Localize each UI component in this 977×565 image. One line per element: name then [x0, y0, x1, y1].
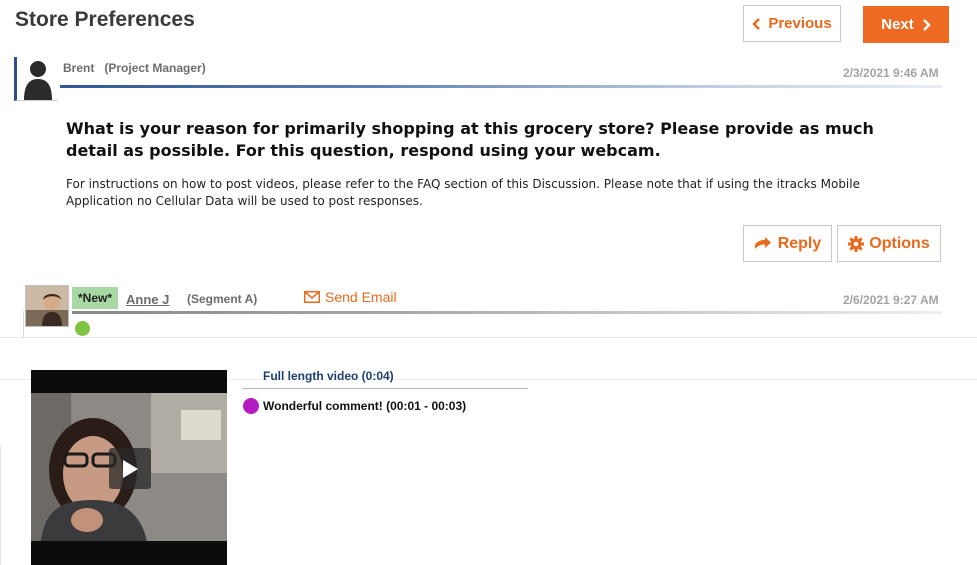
play-icon: [123, 459, 138, 478]
avatar: [14, 57, 58, 101]
instructions-text: For instructions on how to post videos, …: [66, 177, 860, 208]
comment-marker: [243, 398, 259, 414]
participant-segment: (Segment A): [187, 292, 258, 306]
page-edge-line: [0, 445, 1, 565]
section-divider: [0, 337, 977, 338]
author-name: Brent: [63, 61, 95, 75]
response-timestamp: 2/6/2021 9:27 AM: [843, 293, 939, 307]
options-button[interactable]: Options: [837, 225, 941, 262]
next-button[interactable]: Next: [863, 6, 949, 43]
thread-connector: [23, 311, 24, 337]
full-length-video-link[interactable]: Full length video (0:04): [263, 369, 394, 383]
author-role: (Project Manager): [104, 61, 206, 75]
send-email-label: Send Email: [325, 289, 397, 305]
page-title: Store Preferences: [15, 8, 195, 31]
chevron-right-icon: [922, 18, 931, 31]
gear-icon: [848, 235, 865, 252]
post-timestamp: 2/3/2021 9:46 AM: [843, 66, 939, 80]
response-divider: [72, 311, 942, 314]
previous-label: Previous: [768, 15, 832, 32]
video-link-divider: [242, 388, 528, 389]
video-comment-link[interactable]: Wonderful comment! (00:01 - 00:03): [263, 399, 466, 413]
participant-name-link[interactable]: Anne J: [126, 292, 169, 307]
new-badge: *New*: [72, 287, 118, 309]
avatar: [25, 285, 69, 327]
online-status-indicator: [75, 321, 90, 336]
envelope-icon: [304, 291, 320, 303]
discussion-question: What is your reason for primarily shoppi…: [66, 119, 874, 160]
post-author: Brent (Project Manager): [63, 61, 206, 75]
reply-arrow-icon: [754, 236, 771, 249]
reply-label: Reply: [777, 234, 822, 252]
previous-button[interactable]: Previous: [743, 5, 841, 42]
post-divider: [60, 85, 942, 88]
send-email-link[interactable]: Send Email: [304, 289, 397, 305]
reply-button[interactable]: Reply: [743, 225, 832, 262]
participant-photo-icon: [26, 286, 68, 326]
options-label: Options: [869, 234, 930, 252]
chevron-left-icon: [752, 17, 761, 30]
next-label: Next: [881, 16, 914, 33]
user-silhouette-icon: [24, 61, 52, 100]
play-button[interactable]: [109, 448, 151, 489]
